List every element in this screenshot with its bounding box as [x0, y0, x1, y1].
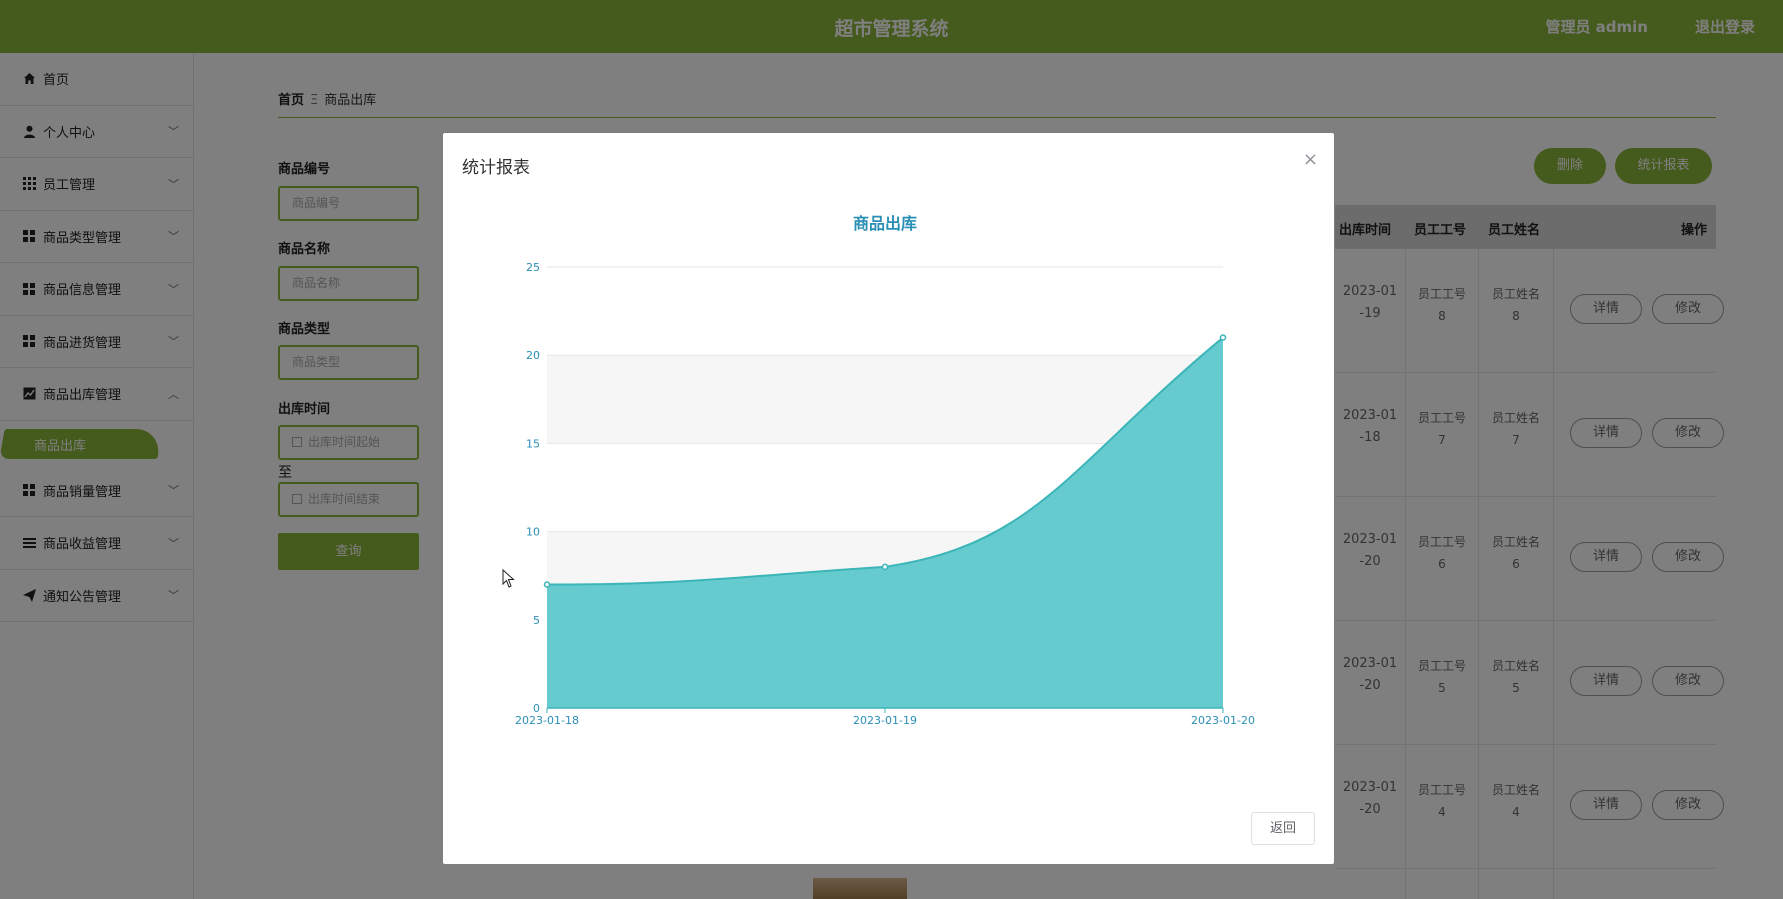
mouse-cursor-icon — [502, 569, 515, 588]
y-tick-label: 15 — [526, 437, 540, 450]
grid-band — [547, 267, 1223, 356]
data-point — [881, 563, 889, 571]
x-tick-label: 2023-01-19 — [853, 714, 917, 727]
data-point — [1219, 334, 1227, 341]
data-point — [543, 581, 551, 588]
x-tick-label: 2023-01-18 — [515, 714, 579, 727]
chart-title: 商品出库 — [853, 214, 917, 233]
y-tick-label: 5 — [533, 614, 540, 627]
y-tick-label: 20 — [526, 349, 540, 362]
back-button[interactable]: 返回 — [1251, 812, 1315, 845]
x-axis-ticks: 2023-01-18 2023-01-19 2023-01-20 — [515, 708, 1255, 727]
y-tick-label: 10 — [526, 526, 540, 539]
report-dialog: 统计报表 × 0 5 10 15 20 25 2023-01-18 2023-01-19 20… — [443, 133, 1334, 864]
y-axis-ticks: 0510152025 — [526, 261, 540, 715]
x-tick-label: 2023-01-20 — [1191, 714, 1255, 727]
y-tick-label: 25 — [526, 261, 540, 274]
outbound-area-chart: 0510152025 2023-01-18 2023-01-19 2023-01-2… — [515, 214, 1255, 727]
